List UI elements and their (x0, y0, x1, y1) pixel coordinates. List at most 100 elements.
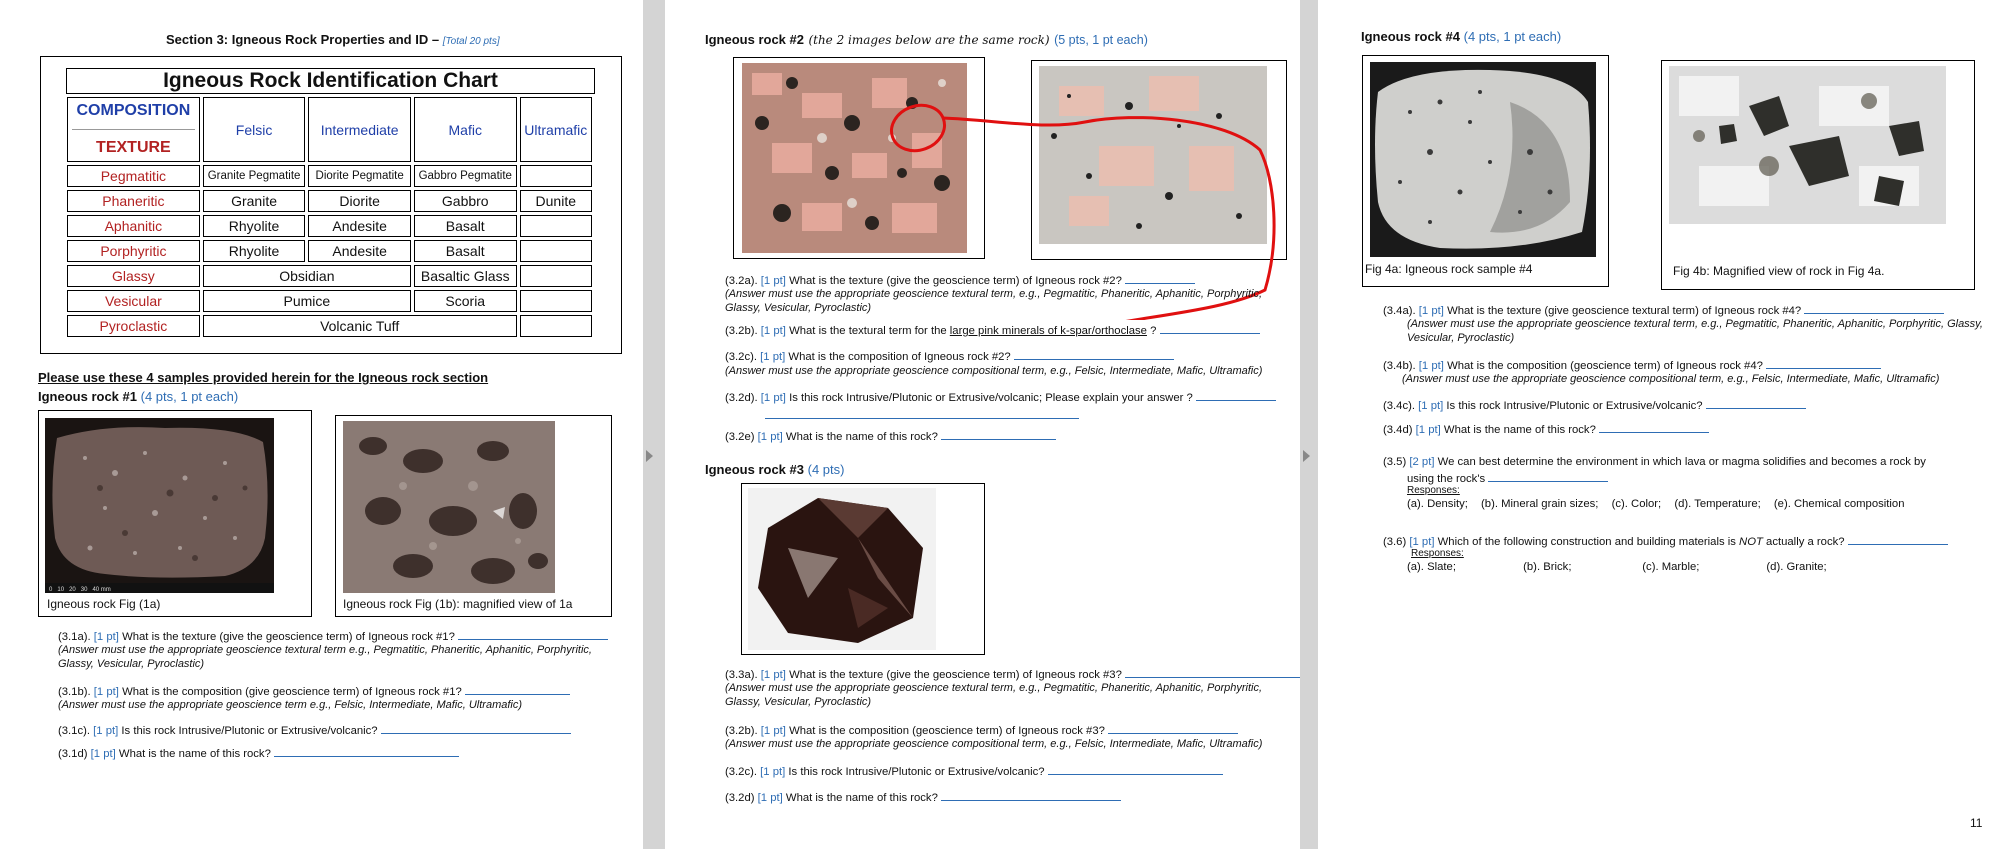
answer-blank[interactable] (1013, 348, 1174, 360)
instruction-text: Please use these 4 samples provided here… (38, 370, 489, 385)
response-option[interactable]: (b). Brick; (1523, 560, 1639, 575)
page-number: 11 (1970, 816, 1983, 830)
q-label: (3.4a). (1383, 305, 1416, 317)
rock4-points: (4 pts, 1 pt each) (1463, 29, 1562, 44)
right-page: Igneous rock #4 (4 pts, 1 pt each) Fig 4… (1318, 0, 1997, 849)
question-3-1d: (3.1d) [1 pt] What is the name of this r… (58, 745, 460, 762)
q-points: [1 pt] (93, 725, 119, 737)
texture-cell: Porphyritic (67, 240, 200, 262)
answer-blank[interactable] (1705, 397, 1806, 409)
response-option[interactable]: (a). Slate; (1407, 560, 1520, 575)
q-text: What is the name of this rock? (118, 748, 271, 760)
answer-blank[interactable] (274, 745, 460, 757)
q-points: [1 pt] (1409, 536, 1435, 548)
q-label: (3.2b). (725, 325, 758, 337)
left-page: Section 3: Igneous Rock Properties and I… (0, 0, 643, 849)
answer-blank[interactable] (1847, 533, 1948, 545)
q36-responses-label: Responses: (1411, 548, 1464, 559)
answer-blank[interactable] (380, 722, 571, 734)
answer-blank-line2[interactable] (765, 407, 1079, 419)
rock-cell (519, 290, 592, 312)
q-label: (3.3a). (725, 669, 758, 681)
response-option[interactable]: (d). Temperature; (1674, 498, 1760, 510)
response-option[interactable]: (b). Mineral grain sizes; (1481, 498, 1598, 510)
answer-blank[interactable] (1125, 666, 1301, 678)
question-3-3c: (3.2c). [1 pt] Is this rock Intrusive/Pl… (725, 763, 1223, 780)
question-3-2b: (3.2b). [1 pt] What is the textural term… (725, 322, 1260, 339)
response-option[interactable]: (a). Density; (1407, 498, 1468, 510)
composition-texture-cell: COMPOSITION TEXTURE (67, 97, 200, 162)
scale-label: 20 (69, 587, 76, 593)
response-option[interactable]: (c). Color; (1612, 498, 1662, 510)
q36-responses: (a). Slate; (b). Brick; (c). Marble; (d)… (1407, 560, 1827, 575)
answer-blank[interactable] (1766, 357, 1882, 369)
q-points: [1 pt] (760, 725, 786, 737)
answer-blank[interactable] (1047, 763, 1223, 775)
collapse-arrow-icon[interactable] (1303, 450, 1310, 462)
q-text: Is this rock Intrusive/Plutonic or Extru… (788, 766, 1045, 778)
question-3-4a-note: (Answer must use the appropriate geoscie… (1407, 318, 1983, 344)
q-text: What is the name of this rock? (785, 792, 938, 804)
rock-cell: Basalt (413, 215, 517, 237)
texture-cell: Glassy (67, 265, 200, 287)
rock-cell (519, 215, 592, 237)
q-text: What is the composition (geoscience term… (1447, 360, 1763, 372)
fig4a-caption: Fig 4a: Igneous rock sample #4 (1365, 262, 1533, 276)
answer-blank[interactable] (464, 683, 570, 695)
q-points: [1 pt] (760, 669, 786, 681)
answer-blank[interactable] (1108, 722, 1239, 734)
rock-cell (519, 265, 592, 287)
q-label: (3.1a). (58, 631, 91, 643)
answer-blank[interactable] (1599, 421, 1710, 433)
rock3-heading: Igneous rock #3 (4 pts) (705, 462, 844, 477)
q-text: Is this rock Intrusive/Plutonic or Extru… (789, 392, 1193, 404)
answer-blank[interactable] (1159, 322, 1260, 334)
q-points: [1 pt] (1418, 400, 1444, 412)
question-3-4c: (3.4c). [1 pt] Is this rock Intrusive/Pl… (1383, 397, 1806, 414)
q35-responses: (a). Density; (b). Mineral grain sizes; … (1407, 497, 1905, 512)
scale-label: 10 (57, 587, 65, 593)
q-text: What is the composition (give geoscience… (122, 686, 462, 698)
page-splitter[interactable] (1300, 0, 1318, 849)
response-option[interactable]: (d). Granite; (1766, 561, 1826, 573)
rock4-heading: Igneous rock #4 (4 pts, 1 pt each) (1361, 29, 1561, 44)
answer-blank[interactable] (941, 789, 1122, 801)
answer-blank[interactable] (1488, 470, 1609, 482)
q-text: What is the name of this rock? (1443, 424, 1596, 436)
chart-title: Igneous Rock Identification Chart (66, 68, 595, 94)
answer-blank[interactable] (1804, 302, 1945, 314)
chart-row: Pyroclastic Volcanic Tuff (67, 315, 592, 337)
answer-blank[interactable] (941, 428, 1057, 440)
answer-blank[interactable] (1125, 272, 1196, 284)
rock1-heading-text: Igneous rock #1 (38, 389, 137, 404)
q-label: (3.6) (1383, 536, 1407, 548)
question-3-1c: (3.1c). [1 pt] Is this rock Intrusive/Pl… (58, 722, 571, 739)
question-3-2c-note: (Answer must use the appropriate geoscie… (725, 365, 1263, 377)
page-splitter[interactable] (643, 0, 665, 849)
q-label: (3.2a). (725, 275, 758, 287)
q-label: (3.2e) (725, 431, 755, 443)
q-points: [1 pt] (760, 392, 786, 404)
q-text: ? (1146, 325, 1157, 337)
q-points: [1 pt] (90, 748, 116, 760)
rock-cell: Andesite (308, 240, 411, 262)
response-option[interactable]: (e). Chemical composition (1774, 498, 1905, 510)
q-label: (3.2b). (725, 725, 758, 737)
fig4a-photo (1370, 62, 1596, 257)
question-3-4b-note: (Answer must use the appropriate geoscie… (1402, 373, 1940, 385)
question-3-3d: (3.2d) [1 pt] What is the name of this r… (725, 789, 1122, 806)
rock3-heading-text: Igneous rock #3 (705, 462, 804, 477)
q-text: Is this rock Intrusive/Plutonic or Extru… (121, 725, 378, 737)
chart-row: Glassy Obsidian Basaltic Glass (67, 265, 592, 287)
collapse-arrow-icon[interactable] (646, 450, 653, 462)
rock-cell (519, 240, 592, 262)
rock4-heading-text: Igneous rock #4 (1361, 29, 1460, 44)
diorite-image (1370, 62, 1596, 257)
rock-cell: Obsidian (202, 265, 411, 287)
question-3-5: (3.5) [2 pt] We can best determine the e… (1383, 455, 1926, 470)
answer-blank[interactable] (1195, 389, 1276, 401)
scale-label: 30 (80, 587, 88, 593)
col-mafic: Mafic (413, 97, 517, 162)
response-option[interactable]: (c). Marble; (1642, 560, 1763, 575)
answer-blank[interactable] (458, 628, 609, 640)
